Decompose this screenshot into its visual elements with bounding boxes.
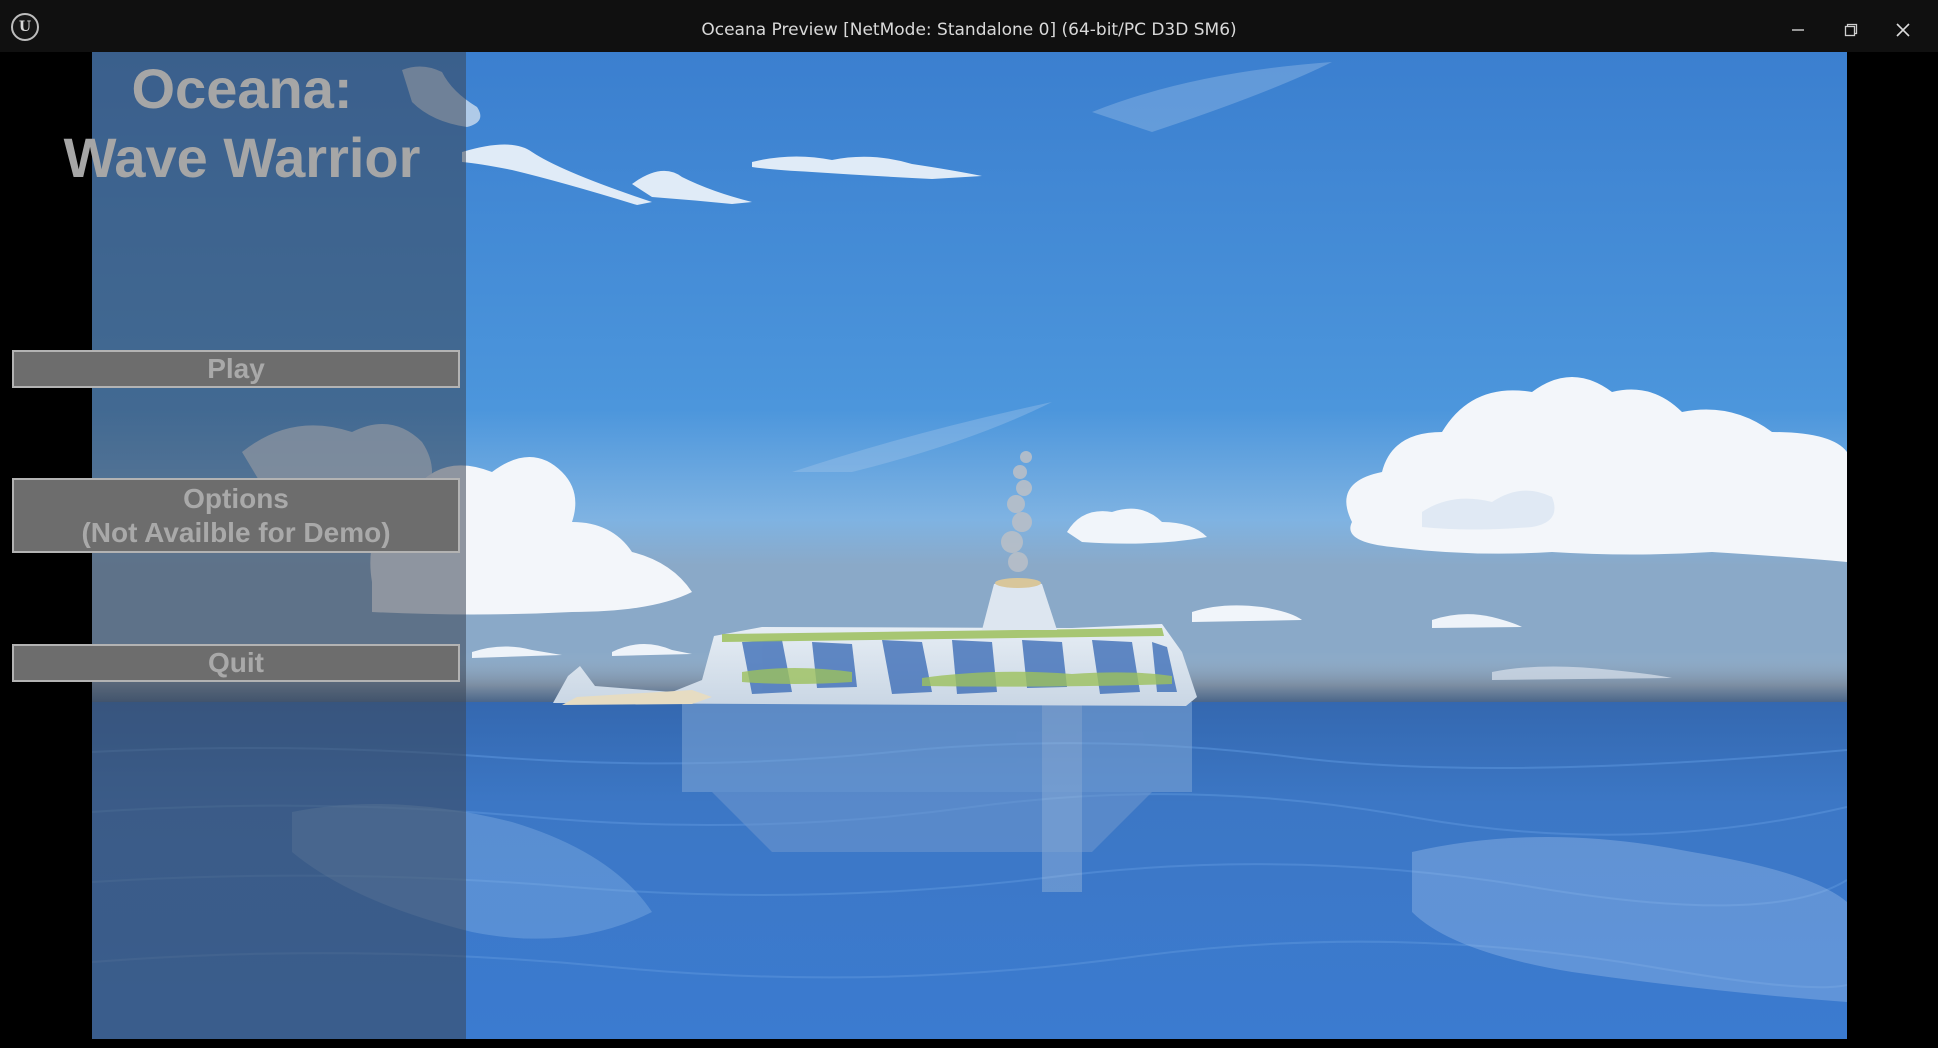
play-button[interactable]: Play: [12, 350, 460, 388]
restore-button[interactable]: [1831, 12, 1871, 48]
game-viewport[interactable]: Oceana: Wave Warrior Play Options (Not A…: [9, 52, 1847, 1039]
options-button-sublabel: (Not Availble for Demo): [81, 517, 391, 548]
window-titlebar[interactable]: U Oceana Preview [NetMode: Standalone 0]…: [0, 0, 1938, 52]
game-title-line2: Wave Warrior: [63, 126, 421, 189]
options-button-label: Options: [183, 483, 289, 514]
minimize-button[interactable]: [1778, 12, 1818, 48]
play-button-label: Play: [207, 353, 265, 384]
restore-icon: [1844, 23, 1858, 37]
close-icon: [1896, 23, 1910, 37]
quit-button-label: Quit: [208, 647, 264, 678]
minimize-icon: [1792, 29, 1804, 31]
game-title-line1: Oceana:: [131, 57, 353, 120]
quit-button[interactable]: Quit: [12, 644, 460, 682]
close-button[interactable]: [1883, 12, 1923, 48]
window-title: Oceana Preview [NetMode: Standalone 0] (…: [701, 20, 1237, 40]
options-button[interactable]: Options (Not Availble for Demo): [12, 478, 460, 553]
